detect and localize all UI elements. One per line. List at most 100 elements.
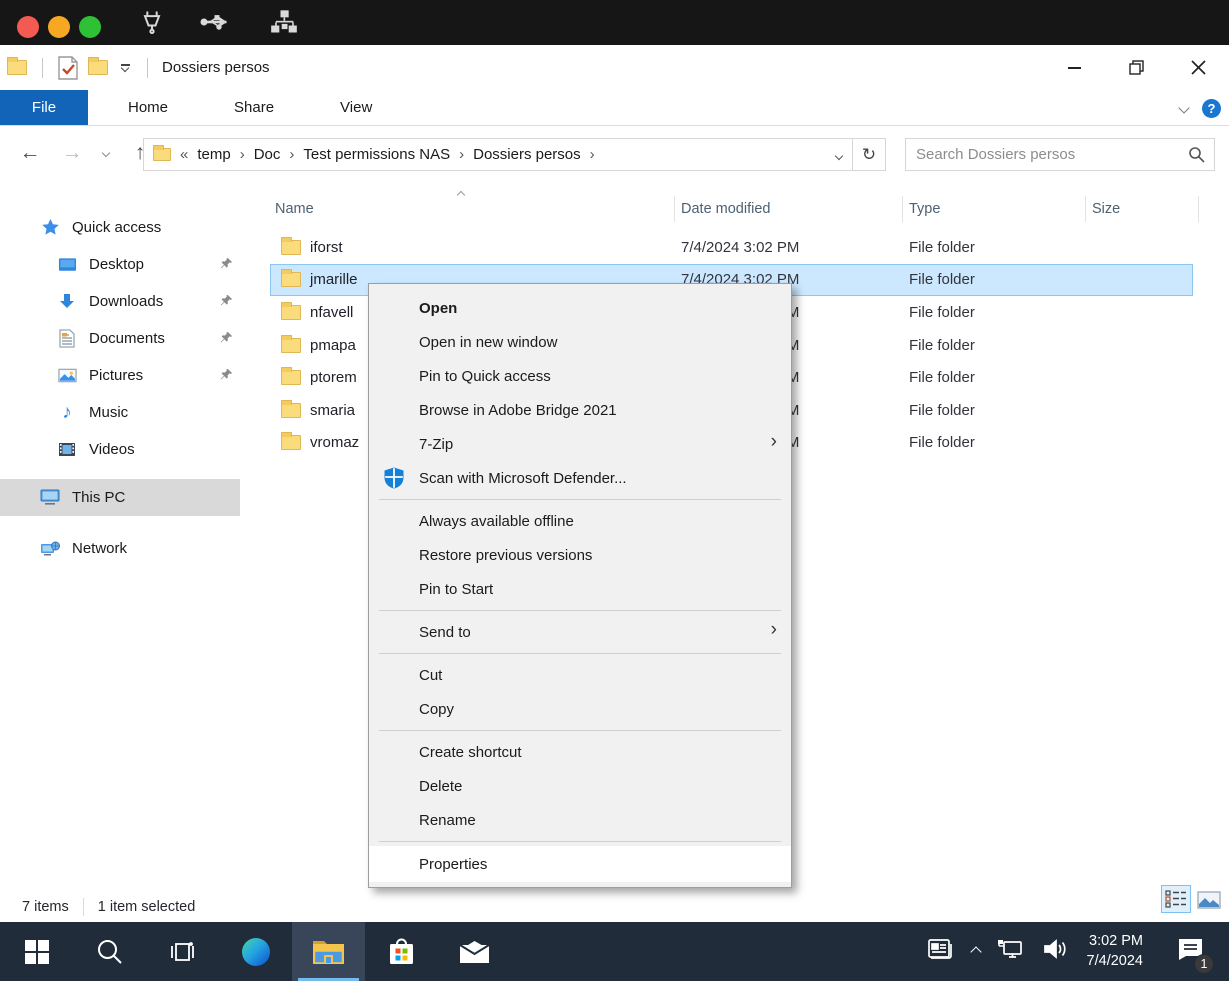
file-explorer-button[interactable]: [292, 922, 365, 981]
vm-top-bar: [0, 0, 1229, 45]
notification-badge: 1: [1194, 954, 1214, 974]
forward-button[interactable]: →: [56, 136, 88, 170]
taskbar-clock[interactable]: 3:02 PM 7/4/2024: [1087, 932, 1143, 971]
search-input[interactable]: [906, 146, 1188, 163]
store-button[interactable]: [365, 922, 438, 981]
search-icon[interactable]: [1188, 146, 1214, 163]
sidebar-item-downloads[interactable]: Downloads: [0, 283, 245, 320]
menu-separator: [379, 499, 781, 500]
mail-button[interactable]: [438, 922, 511, 981]
screen: Dossiers persos File Home Share View ?: [0, 0, 1229, 981]
qat-customize-button[interactable]: [113, 53, 137, 83]
downloads-icon: [57, 293, 77, 311]
sidebar-item-network[interactable]: Network: [0, 530, 245, 567]
documents-icon: [57, 329, 77, 348]
breadcrumb-segment-doc[interactable]: Doc: [254, 146, 281, 163]
menu-item-restore-previous-versions[interactable]: Restore previous versions: [369, 538, 791, 572]
qat-properties-button[interactable]: [53, 53, 83, 83]
menu-item-always-available-offline[interactable]: Always available offline: [369, 504, 791, 538]
start-button[interactable]: [0, 922, 73, 981]
menu-item-delete[interactable]: Delete: [369, 769, 791, 803]
sidebar-item-desktop[interactable]: Desktop: [0, 246, 245, 283]
submenu-arrow-icon: ›: [771, 619, 777, 641]
news-icon: [927, 937, 955, 961]
network-share-icon[interactable]: [270, 8, 298, 41]
tab-view[interactable]: View: [316, 90, 396, 125]
breadcrumb-separator: ›: [289, 146, 294, 163]
file-row-iforst[interactable]: iforst 7/4/2024 3:02 PM File folder: [245, 231, 1229, 264]
breadcrumb-segment-dossiers-persos[interactable]: Dossiers persos: [473, 146, 581, 163]
folder-icon: [281, 240, 301, 255]
sidebar-item-this-pc[interactable]: This PC: [0, 479, 240, 516]
column-header-size[interactable]: Size: [1086, 196, 1199, 222]
taskbar-search-button[interactable]: [73, 922, 146, 981]
refresh-button[interactable]: ↻: [853, 139, 885, 170]
details-view-icon: [1165, 889, 1187, 909]
pin-icon: [220, 257, 233, 274]
menu-item-create-shortcut[interactable]: Create shortcut: [369, 735, 791, 769]
menu-item-send-to[interactable]: Send to ›: [369, 615, 791, 649]
network-tray-button[interactable]: [997, 937, 1025, 966]
star-icon: [40, 218, 60, 237]
news-button[interactable]: [927, 937, 955, 966]
address-bar[interactable]: « temp › Doc › Test permissions NAS › Do…: [143, 138, 886, 171]
breadcrumb-segment-temp[interactable]: temp: [197, 146, 230, 163]
edge-button[interactable]: [219, 922, 292, 981]
menu-item-open-in-new-window[interactable]: Open in new window: [369, 325, 791, 359]
tab-home[interactable]: Home: [104, 90, 192, 125]
window-controls: [1043, 45, 1229, 90]
volume-icon: [1042, 937, 1070, 961]
minimize-button[interactable]: [1043, 45, 1105, 90]
mail-icon: [459, 940, 490, 964]
traffic-light-minimize[interactable]: [48, 16, 70, 38]
restore-button[interactable]: [1105, 45, 1167, 90]
tab-file[interactable]: File: [0, 90, 88, 125]
large-icons-view-button[interactable]: [1197, 886, 1221, 913]
qat-new-folder-button[interactable]: [83, 53, 113, 83]
sidebar-item-videos[interactable]: Videos: [0, 431, 245, 468]
menu-item-cut[interactable]: Cut: [369, 658, 791, 692]
column-header-date-modified[interactable]: Date modified: [675, 196, 903, 222]
sort-ascending-icon: [458, 185, 464, 203]
column-header-type[interactable]: Type: [903, 196, 1086, 222]
clock-date: 7/4/2024: [1087, 952, 1143, 972]
details-view-button[interactable]: [1161, 885, 1191, 913]
hidden-icons-button[interactable]: [972, 943, 980, 961]
tab-share[interactable]: Share: [210, 90, 298, 125]
store-icon: [387, 937, 416, 967]
menu-item-rename[interactable]: Rename: [369, 803, 791, 837]
traffic-light-close[interactable]: [17, 16, 39, 38]
breadcrumb-separator: ›: [590, 146, 595, 163]
menu-item-open[interactable]: Open: [369, 291, 791, 325]
pin-icon: [220, 294, 233, 311]
ribbon-collapse-chevron-icon[interactable]: [1178, 102, 1189, 113]
traffic-light-zoom[interactable]: [79, 16, 101, 38]
help-button[interactable]: ?: [1202, 99, 1221, 118]
recent-locations-chevron[interactable]: [96, 136, 116, 170]
menu-item-browse-in-adobe-bridge[interactable]: Browse in Adobe Bridge 2021: [369, 393, 791, 427]
chevron-up-icon: [970, 946, 981, 957]
pin-icon: [220, 368, 233, 385]
address-dropdown-chevron[interactable]: [826, 146, 852, 163]
sidebar-item-music[interactable]: ♪ Music: [0, 394, 245, 431]
menu-item-properties[interactable]: Properties: [369, 846, 791, 882]
close-button[interactable]: [1167, 45, 1229, 90]
menu-item-7-zip[interactable]: 7-Zip ›: [369, 427, 791, 461]
item-count: 7 items: [22, 899, 69, 915]
menu-item-scan-with-defender[interactable]: Scan with Microsoft Defender...: [369, 461, 791, 495]
back-button[interactable]: ←: [14, 136, 46, 170]
menu-separator: [379, 841, 781, 842]
menu-item-copy[interactable]: Copy: [369, 692, 791, 726]
volume-button[interactable]: [1042, 937, 1070, 966]
usb-icon[interactable]: [200, 8, 234, 41]
breadcrumb-segment-test-permissions-nas[interactable]: Test permissions NAS: [303, 146, 450, 163]
power-plug-icon[interactable]: [138, 8, 166, 41]
menu-item-pin-to-quick-access[interactable]: Pin to Quick access: [369, 359, 791, 393]
notifications-button[interactable]: 1: [1176, 936, 1205, 967]
sidebar-item-documents[interactable]: Documents: [0, 320, 245, 357]
task-view-button[interactable]: [146, 922, 219, 981]
navigation-bar: ← → ↑ « temp › Doc › Test permissions NA…: [0, 127, 1229, 181]
menu-item-pin-to-start[interactable]: Pin to Start: [369, 572, 791, 606]
sidebar-item-quick-access[interactable]: Quick access: [0, 209, 245, 246]
sidebar-item-pictures[interactable]: Pictures: [0, 357, 245, 394]
